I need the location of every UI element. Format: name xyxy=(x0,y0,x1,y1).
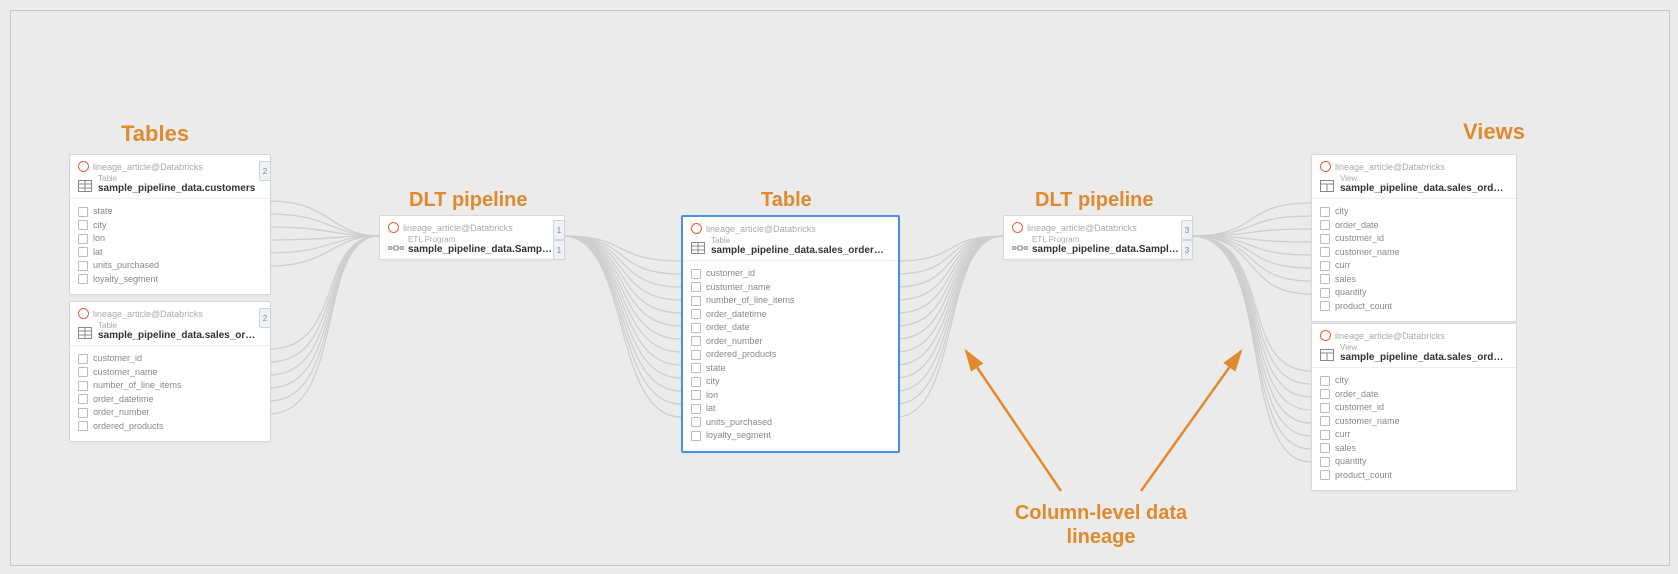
column-icon xyxy=(691,350,701,360)
breadcrumb: lineage_article@Databricks xyxy=(691,223,890,234)
databricks-icon xyxy=(691,223,702,234)
column-icon xyxy=(691,417,701,427)
node-sales-orders[interactable]: 2 lineage_article@Databricks Table sampl… xyxy=(69,301,271,442)
breadcrumb: lineage_article@Databricks xyxy=(388,222,556,233)
column-icon xyxy=(78,354,88,364)
column-icon xyxy=(691,309,701,319)
column-icon xyxy=(691,296,701,306)
databricks-icon xyxy=(78,161,89,172)
column-icon xyxy=(1320,288,1330,298)
columns-list: city order_date customer_id customer_nam… xyxy=(1312,368,1516,490)
breadcrumb: lineage_article@Databricks xyxy=(78,161,262,172)
column-icon xyxy=(1320,220,1330,230)
column-icon xyxy=(691,390,701,400)
pipeline-icon xyxy=(388,240,402,252)
node-title: sample_pipeline_data.Sample_pipel... xyxy=(408,244,553,255)
node-title: sample_pipeline_data.sales_orders... xyxy=(98,330,258,341)
node-view-1[interactable]: lineage_article@Databricks View sample_p… xyxy=(1311,154,1517,322)
column-icon xyxy=(691,404,701,414)
column-icon xyxy=(1320,247,1330,257)
breadcrumb: lineage_article@Databricks xyxy=(1320,161,1508,172)
node-tab[interactable]: 3 xyxy=(1181,220,1193,240)
column-icon xyxy=(691,377,701,387)
column-icon xyxy=(1320,443,1330,453)
node-title: sample_pipeline_data.customers xyxy=(98,183,255,194)
node-title: sample_pipeline_data.sales_orders... xyxy=(711,245,886,256)
node-view-2[interactable]: lineage_article@Databricks View sample_p… xyxy=(1311,323,1517,491)
column-icon xyxy=(1320,403,1330,413)
node-title: sample_pipeline_data.Sample_pipel... xyxy=(1032,244,1180,255)
databricks-icon xyxy=(78,308,89,319)
column-icon xyxy=(78,234,88,244)
columns-list: state city lon lat units_purchased loyal… xyxy=(70,199,270,294)
node-customers[interactable]: 2 lineage_article@Databricks Table sampl… xyxy=(69,154,271,295)
column-icon xyxy=(78,408,88,418)
column-icon xyxy=(78,394,88,404)
label-tables: Tables xyxy=(121,121,189,147)
column-icon xyxy=(1320,274,1330,284)
label-views: Views xyxy=(1463,119,1525,145)
column-icon xyxy=(1320,261,1330,271)
column-icon xyxy=(78,207,88,217)
breadcrumb: lineage_article@Databricks xyxy=(1012,222,1184,233)
label-dlt1: DLT pipeline xyxy=(409,189,528,212)
column-icon xyxy=(691,363,701,373)
breadcrumb: lineage_article@Databricks xyxy=(78,308,262,319)
databricks-icon xyxy=(1320,161,1331,172)
label-table: Table xyxy=(761,189,812,212)
column-icon xyxy=(1320,376,1330,386)
databricks-icon xyxy=(1012,222,1023,233)
node-pipeline-1[interactable]: 1 1 lineage_article@Databricks ETL Progr… xyxy=(379,215,565,260)
breadcrumb: lineage_article@Databricks xyxy=(1320,330,1508,341)
column-icon xyxy=(691,282,701,292)
column-icon xyxy=(1320,457,1330,467)
column-icon xyxy=(78,261,88,271)
columns-list: customer_id customer_name number_of_line… xyxy=(683,261,898,451)
column-icon xyxy=(78,381,88,391)
node-tab[interactable]: 3 xyxy=(1181,240,1193,260)
table-icon xyxy=(78,179,92,191)
view-icon xyxy=(1320,179,1334,191)
column-icon xyxy=(1320,430,1330,440)
node-tab[interactable]: 1 xyxy=(553,220,565,240)
pipeline-icon xyxy=(1012,240,1026,252)
columns-list: city order_date customer_id customer_nam… xyxy=(1312,199,1516,321)
node-title: sample_pipeline_data.sales_order_i... xyxy=(1340,183,1505,194)
column-icon xyxy=(691,323,701,333)
column-icon xyxy=(78,367,88,377)
column-icon xyxy=(78,220,88,230)
node-center-table[interactable]: lineage_article@Databricks Table sample_… xyxy=(681,215,900,453)
table-icon xyxy=(78,326,92,338)
column-icon xyxy=(691,336,701,346)
column-icon xyxy=(1320,470,1330,480)
column-icon xyxy=(691,269,701,279)
node-tab[interactable]: 2 xyxy=(259,308,271,328)
column-icon xyxy=(78,247,88,257)
node-title: sample_pipeline_data.sales_order_i... xyxy=(1340,352,1505,363)
node-tab[interactable]: 2 xyxy=(259,161,271,181)
node-tab[interactable]: 1 xyxy=(553,240,565,260)
table-icon xyxy=(691,241,705,253)
label-dlt2: DLT pipeline xyxy=(1035,189,1154,212)
column-icon xyxy=(78,421,88,431)
column-icon xyxy=(1320,234,1330,244)
column-icon xyxy=(1320,301,1330,311)
column-icon xyxy=(691,431,701,441)
column-icon xyxy=(1320,389,1330,399)
databricks-icon xyxy=(388,222,399,233)
diagram-frame: Tables DLT pipeline Table DLT pipeline V… xyxy=(10,10,1670,566)
view-icon xyxy=(1320,348,1334,360)
label-lineage: Column-level data lineage xyxy=(991,501,1211,549)
column-icon xyxy=(1320,207,1330,217)
columns-list: customer_id customer_name number_of_line… xyxy=(70,346,270,441)
column-icon xyxy=(1320,416,1330,426)
column-icon xyxy=(78,274,88,284)
node-pipeline-2[interactable]: 3 3 lineage_article@Databricks ETL Progr… xyxy=(1003,215,1193,260)
databricks-icon xyxy=(1320,330,1331,341)
